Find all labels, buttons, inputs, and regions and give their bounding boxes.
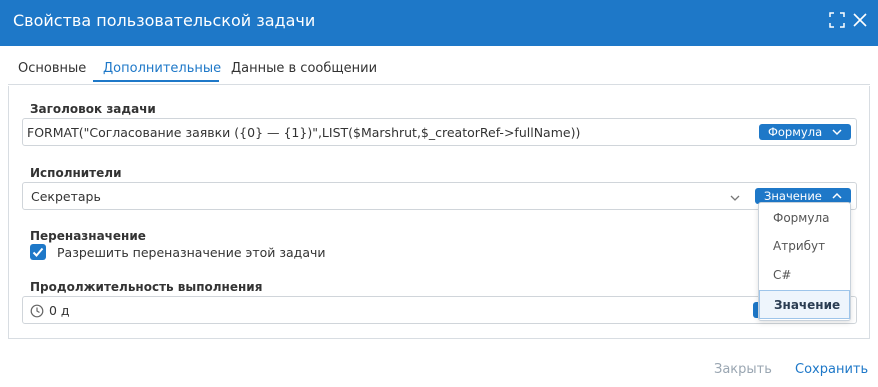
- tab-additional[interactable]: Дополнительные: [103, 61, 221, 76]
- task-title-mode-label: Формула: [768, 125, 823, 139]
- task-title-field[interactable]: FORMAT("Согласование заявки ({0} — {1})"…: [22, 118, 857, 146]
- active-tab-indicator: [93, 80, 219, 82]
- duration-field[interactable]: 0 д: [22, 296, 857, 324]
- tab-main[interactable]: Основные: [18, 61, 86, 76]
- expand-icon[interactable]: [827, 10, 847, 30]
- clock-icon: [30, 303, 44, 322]
- reassign-checkbox[interactable]: [30, 244, 46, 260]
- dropdown-option-attribute[interactable]: Атрибут: [759, 232, 850, 261]
- close-button[interactable]: Закрыть: [714, 362, 772, 377]
- chevron-down-icon: [831, 124, 843, 140]
- duration-value: 0 д: [49, 303, 70, 318]
- dialog-title: Свойства пользовательской задачи: [13, 11, 316, 30]
- executors-chevron-down-icon[interactable]: [729, 190, 741, 209]
- reassign-label: Переназначение: [30, 229, 146, 243]
- dropdown-option-formula[interactable]: Формула: [759, 204, 850, 233]
- reassign-checkbox-label[interactable]: Разрешить переназначение этой задачи: [57, 245, 326, 260]
- tab-bar: Основные Дополнительные Данные в сообщен…: [0, 46, 878, 85]
- close-icon[interactable]: [850, 10, 870, 30]
- mode-dropdown-menu: Формула Атрибут C# Значение: [758, 202, 851, 321]
- task-title-mode-button[interactable]: Формула: [759, 124, 851, 140]
- dropdown-option-value[interactable]: Значение: [759, 290, 850, 319]
- executors-mode-label: Значение: [764, 189, 822, 203]
- dialog-titlebar: Свойства пользовательской задачи: [0, 0, 878, 46]
- dropdown-option-csharp[interactable]: C#: [759, 261, 850, 290]
- tabs-divider: [8, 84, 870, 85]
- task-title-label: Заголовок задачи: [30, 102, 156, 116]
- save-button[interactable]: Сохранить: [795, 362, 868, 377]
- executors-label: Исполнители: [30, 166, 122, 180]
- checkmark-icon: [32, 247, 44, 257]
- task-title-value: FORMAT("Согласование заявки ({0} — {1})"…: [27, 125, 581, 140]
- executors-value: Секретарь: [31, 189, 101, 204]
- executors-field[interactable]: Секретарь Значение: [22, 182, 857, 210]
- duration-label: Продолжительность выполнения: [30, 280, 263, 294]
- tab-message-data[interactable]: Данные в сообщении: [231, 61, 377, 76]
